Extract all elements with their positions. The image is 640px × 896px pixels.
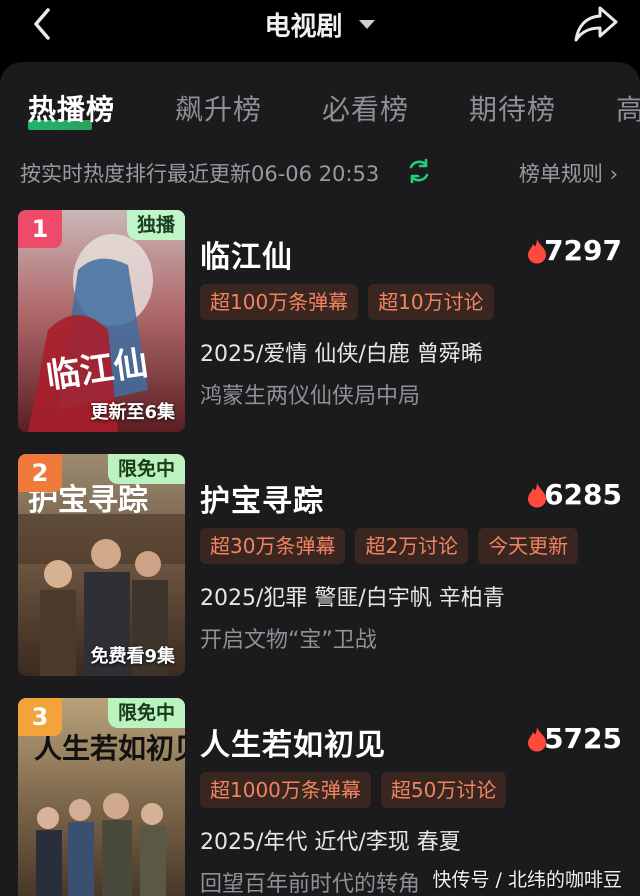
tag: 超100万条弹幕 [200, 284, 359, 320]
poster-image[interactable]: 人生若如初见 3 限免中 [18, 698, 185, 896]
refresh-icon[interactable] [406, 158, 432, 184]
show-meta: 2025/犯罪 警匪/白宇帆 辛柏青 [200, 586, 505, 611]
ranking-panel: 热播榜 飙升榜 必看榜 期待榜 高 按实时热度排行最近更新06-06 20:53… [0, 62, 640, 896]
watermark: 快传号 / 北纬的咖啡豆 [432, 869, 622, 891]
poster-title-text: 人生若如初见 [34, 733, 185, 765]
show-title[interactable]: 人生若如初见 [200, 720, 386, 764]
exclusive-badge: 独播 [126, 210, 185, 240]
tab-rising[interactable]: 飙升榜 [175, 88, 262, 128]
tag: 超10万讨论 [368, 284, 494, 320]
free-badge: 限免中 [107, 454, 185, 484]
list-item[interactable]: 护宝寻踪 2 限免中 免费看9集 护宝寻踪 6285 超30万条弹幕 超2万讨论今… [0, 454, 640, 680]
heat-score: 7297 [544, 234, 622, 267]
tab-hot[interactable]: 热播榜 [28, 88, 115, 128]
poster-image[interactable]: 护宝寻踪 2 限免中 免费看9集 [18, 454, 185, 676]
tab-anticipated[interactable]: 期待榜 [469, 88, 556, 128]
tag: 超30万条弹幕 [200, 528, 346, 564]
free-badge: 限免中 [107, 698, 185, 728]
show-description: 鸿蒙生两仪仙侠局中局 [200, 384, 421, 409]
top-bar: 电视剧 [0, 0, 640, 52]
episode-status: 免费看9集 [90, 646, 175, 667]
show-description: 开启文物“宝”卫战 [200, 628, 377, 653]
tag-list: 超1000万条弹幕 超50万讨论 [200, 772, 516, 810]
show-description: 回望百年前时代的转角 [200, 872, 421, 896]
show-meta: 2025/年代 近代/李现 春夏 [200, 830, 461, 855]
title-dropdown[interactable]: 电视剧 [0, 6, 640, 43]
rank-badge: 1 [18, 210, 62, 248]
rank-badge: 2 [18, 454, 62, 492]
poster-image[interactable]: 临江仙 1 独播 更新至6集 [18, 210, 185, 432]
tab-must-watch[interactable]: 必看榜 [322, 88, 409, 128]
show-meta: 2025/爱情 仙侠/白鹿 曾舜晞 [200, 342, 483, 367]
tab-more[interactable]: 高 [616, 88, 640, 128]
heat-score: 5725 [544, 722, 622, 755]
ranking-tabs: 热播榜 飙升榜 必看榜 期待榜 高 [0, 88, 640, 132]
tag: 超50万讨论 [380, 772, 507, 808]
caret-down-icon [358, 19, 375, 29]
rules-link[interactable]: 榜单规则 › [519, 158, 618, 188]
tag-list: 超100万条弹幕 超10万讨论 [200, 284, 504, 322]
heat-score: 6285 [544, 478, 622, 511]
tag-list: 超30万条弹幕 超2万讨论 今天更新 [200, 528, 588, 566]
tag: 超1000万条弹幕 [200, 772, 371, 808]
list-item[interactable]: 临江仙 1 独播 更新至6集 临江仙 7297 超100万条弹幕 超10万讨论 2… [0, 210, 640, 436]
show-title[interactable]: 临江仙 [200, 232, 293, 276]
share-icon[interactable] [572, 2, 620, 46]
rank-badge: 3 [18, 698, 62, 736]
page-title: 电视剧 [264, 12, 343, 42]
episode-status: 更新至6集 [90, 402, 175, 423]
update-info: 按实时热度排行最近更新06-06 20:53 [20, 162, 380, 186]
show-title[interactable]: 护宝寻踪 [200, 476, 324, 520]
tag: 今天更新 [478, 528, 579, 564]
tag: 超2万讨论 [355, 528, 469, 564]
